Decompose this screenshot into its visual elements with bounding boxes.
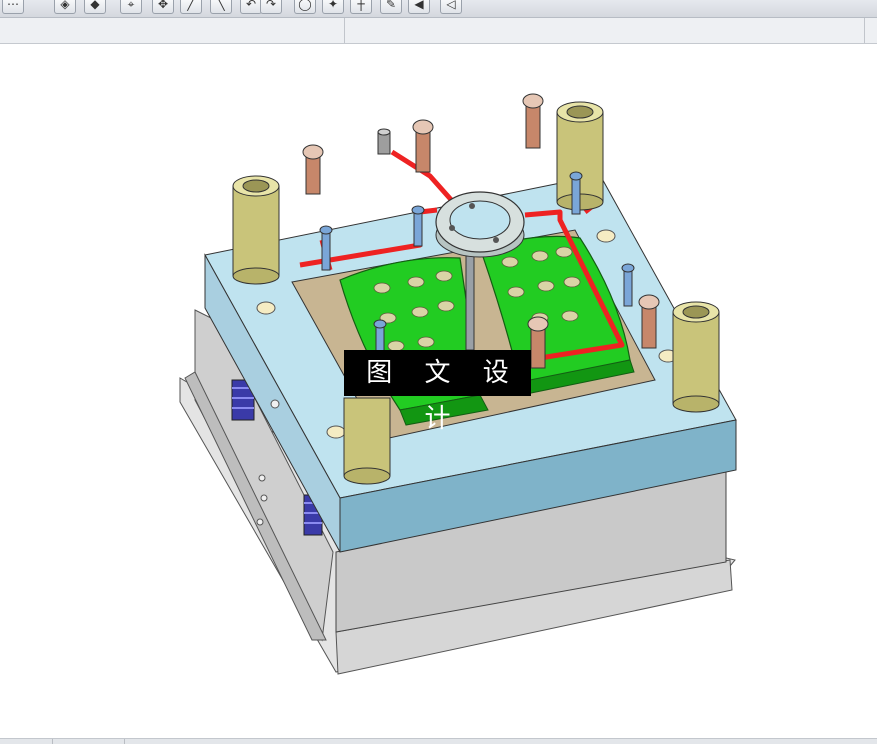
point-tool-icon: ┼: [357, 0, 365, 11]
pencil-tool-button[interactable]: ✎: [380, 0, 402, 14]
move-button[interactable]: ✥: [152, 0, 174, 14]
point-tool-button[interactable]: ┼: [350, 0, 372, 14]
line-tool-icon: ╱: [187, 0, 195, 11]
command-bar-divider: [864, 18, 865, 43]
transform-button[interactable]: ✦: [322, 0, 344, 14]
guide-bushing-icon: [672, 301, 720, 413]
redo-icon: ↷: [265, 0, 277, 11]
3d-viewport[interactable]: 图 文 设 计: [0, 44, 877, 738]
circle-tool-icon: ◯: [298, 0, 312, 11]
command-bar-divider: [344, 18, 345, 43]
cap-screw-icon: [638, 294, 660, 349]
node-tool-button[interactable]: ⌖: [120, 0, 142, 14]
arc-tool-icon: ╲: [217, 0, 225, 11]
guide-bushing-icon: [343, 397, 391, 485]
view-iso-button[interactable]: ◈: [54, 0, 76, 14]
arc-tool-button[interactable]: ╲: [210, 0, 232, 14]
redo-button[interactable]: ↷: [260, 0, 282, 14]
shape-tool-icon: ◀: [414, 0, 424, 11]
transform-icon: ✦: [327, 0, 339, 11]
circle-tool-button[interactable]: ◯: [294, 0, 316, 14]
measure-button[interactable]: ◁: [440, 0, 462, 14]
cad-application-window: ⋯ ◈ ◆ ⌖ ✥ ╱ ╲ ↶ ↷ ◯ ✦ ┼ ✎ ◀ ◁ 图 文 设 计: [0, 0, 877, 744]
view-shaded-button[interactable]: ◆: [84, 0, 106, 14]
view-iso-icon: ◈: [60, 0, 70, 11]
measure-icon: ◁: [446, 0, 456, 11]
move-icon: ✥: [157, 0, 169, 11]
view-shaded-icon: ◆: [90, 0, 100, 11]
command-bar: [0, 18, 877, 44]
watermark-banner: 图 文 设 计: [344, 350, 531, 434]
pencil-tool-icon: ✎: [385, 0, 397, 11]
toolbar: ⋯ ◈ ◆ ⌖ ✥ ╱ ╲ ↶ ↷ ◯ ✦ ┼ ✎ ◀ ◁: [0, 0, 877, 18]
undo-button[interactable]: ↶: [240, 0, 262, 14]
undo-icon: ↶: [245, 0, 257, 11]
cap-screw-icon: [302, 144, 324, 195]
cap-screw-icon: [527, 316, 549, 369]
shape-tool-button[interactable]: ◀: [408, 0, 430, 14]
water-fitting-icon: [377, 128, 391, 155]
status-divider: [124, 739, 125, 744]
status-bar: [0, 738, 877, 744]
node-tool-icon: ⌖: [127, 0, 135, 11]
line-tool-button[interactable]: ╱: [180, 0, 202, 14]
cap-screw-icon: [522, 93, 544, 149]
cap-screw-icon: [412, 119, 434, 173]
status-divider: [52, 739, 53, 744]
sketch-tool-button[interactable]: ⋯: [2, 0, 24, 14]
guide-bushing-icon: [232, 175, 280, 285]
sketch-tool-icon: ⋯: [7, 0, 19, 11]
